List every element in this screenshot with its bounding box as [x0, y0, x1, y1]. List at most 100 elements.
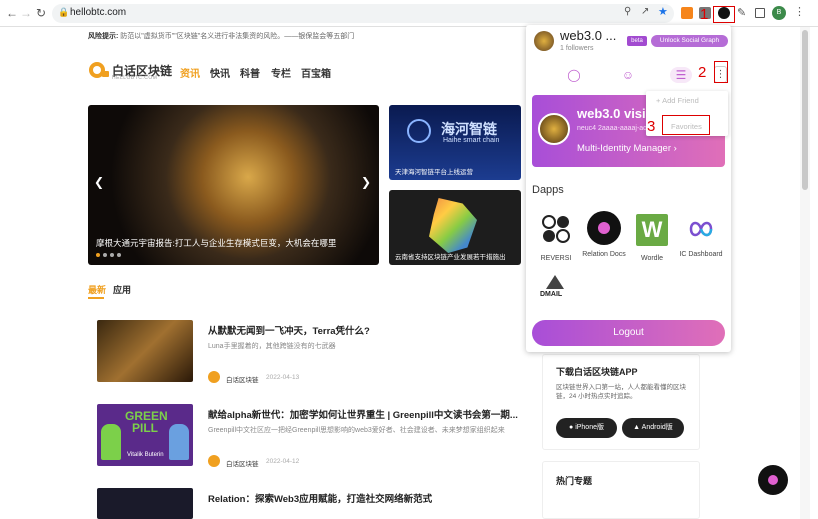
- annotation-box: [714, 61, 728, 83]
- site-logo-icon[interactable]: [88, 61, 110, 79]
- article-author[interactable]: 白话区块链: [226, 458, 259, 468]
- article-thumbnail[interactable]: GREEN PILL Vitalik Buterin: [97, 404, 193, 466]
- nav-flash[interactable]: 快讯: [210, 65, 230, 80]
- menu-lines-icon[interactable]: ☰: [670, 67, 692, 83]
- article-title[interactable]: 献给alpha新世代：加密学如何让世界重生 | Greenpill中文读书会第一…: [208, 407, 518, 421]
- nav-science[interactable]: 科普: [240, 65, 260, 80]
- relation-docs-icon[interactable]: [587, 211, 621, 245]
- tab-latest[interactable]: 最新: [88, 283, 106, 296]
- url-text: hellobtc.com: [70, 7, 127, 18]
- profile-avatar-icon[interactable]: B: [772, 6, 786, 20]
- dmail-logo-shape: [546, 275, 564, 289]
- haihe-brand: 海河智链: [441, 121, 497, 137]
- chat-icon[interactable]: ◯: [566, 67, 582, 83]
- profile-avatar[interactable]: [534, 31, 554, 51]
- wordle-icon[interactable]: W: [636, 214, 668, 246]
- followers-count[interactable]: 1 followers: [560, 45, 593, 52]
- haihe-logo-icon: [407, 119, 431, 143]
- metamask-extension-icon[interactable]: [681, 7, 693, 19]
- zoom-icon[interactable]: ⚲: [624, 6, 631, 17]
- multi-identity-manager-label: Multi-Identity Manager: [577, 143, 671, 154]
- carousel-dot[interactable]: [110, 253, 114, 257]
- featured-card-haihe[interactable]: 海河智链 Haihe smart chain 天津海河智链平台上线运营: [389, 105, 521, 180]
- banner-avatar: [538, 113, 570, 145]
- logout-button[interactable]: Logout: [532, 320, 725, 346]
- nav-news[interactable]: 资讯: [180, 65, 200, 80]
- article-desc: Luna手里握着的，其他跨链没有的七武器: [208, 343, 336, 350]
- contacts-icon[interactable]: ☺: [620, 67, 636, 83]
- cartoon-figure-image: [101, 424, 121, 460]
- article-author[interactable]: 白话区块链: [226, 374, 259, 384]
- article-thumbnail[interactable]: [97, 320, 193, 382]
- greenpill-thumb-name: Vitalik Buterin: [127, 452, 164, 458]
- article-date: 2022-04-13: [266, 374, 300, 381]
- haihe-sub: Haihe smart chain: [443, 137, 500, 144]
- chrome-menu-icon[interactable]: ⋮: [794, 5, 805, 18]
- author-avatar: [208, 371, 220, 383]
- site-logo-subtitle: HELLOBTC.COM: [112, 75, 158, 81]
- article-date: 2022-04-12: [266, 458, 300, 465]
- hero-carousel[interactable]: ❮ ❯ 摩根大通元宇宙报告:打工人与企业生存模式巨变，大机会在哪里: [88, 105, 379, 265]
- android-icon: ▲: [633, 424, 642, 431]
- share-icon[interactable]: ↗: [641, 6, 649, 17]
- yunnan-map-image: [429, 198, 477, 253]
- nav-toolbox[interactable]: 百宝箱: [301, 65, 331, 80]
- android-download-button[interactable]: ▲ Android版: [622, 418, 684, 438]
- dmail-icon[interactable]: DMAIL: [540, 275, 572, 301]
- dapp-label: Wordle: [640, 255, 664, 262]
- hero-caption[interactable]: 摩根大通元宇宙报告:打工人与企业生存模式巨变，大机会在哪里: [96, 237, 336, 249]
- hot-topics-box: 热门专题: [542, 461, 700, 519]
- featured-card-caption: 云南省支持区块链产业发展若干措施出: [395, 254, 506, 261]
- iphone-download-button[interactable]: ● iPhone版: [556, 418, 617, 438]
- article-title[interactable]: 从默默无闻到一飞冲天，Terra凭什么?: [208, 323, 370, 337]
- annotation-number: 1: [700, 6, 709, 23]
- annotation-box: [662, 115, 710, 135]
- risk-notice: 风险提示: 防范以"虚拟货币""区块链"名义进行非法集资的风险。——银保监会等五…: [88, 31, 354, 41]
- app-download-title: 下载白话区块链APP: [556, 367, 638, 377]
- dapp-label: Relation Docs: [582, 251, 626, 258]
- dmail-logo-text: DMAIL: [540, 291, 563, 298]
- reversi-icon[interactable]: [540, 213, 572, 245]
- forward-icon[interactable]: →: [18, 5, 34, 21]
- multi-identity-manager-link[interactable]: Multi-Identity Manager ›: [577, 143, 677, 154]
- sidepanel-icon[interactable]: [755, 8, 765, 18]
- beta-badge: beta: [627, 36, 647, 46]
- nav-columns[interactable]: 专栏: [271, 65, 291, 80]
- address-bar[interactable]: 🔒 hellobtc.com ⚲ ↗ ★: [52, 4, 674, 23]
- bookmark-star-icon[interactable]: ★: [658, 5, 668, 18]
- risk-notice-label: 风险提示:: [88, 33, 119, 40]
- carousel-dot[interactable]: [117, 253, 121, 257]
- annotation-number: 2: [698, 64, 707, 81]
- profile-name[interactable]: web3.0 ...: [560, 28, 616, 43]
- android-download-label: Android版: [641, 424, 673, 431]
- scrollbar-thumb[interactable]: [802, 30, 808, 190]
- relation-floating-button[interactable]: [758, 465, 788, 495]
- unlock-social-graph-button[interactable]: Unlock Social Graph: [651, 35, 728, 47]
- carousel-next-icon[interactable]: ❯: [361, 175, 371, 189]
- banner-title: web3.0 visi: [577, 106, 646, 121]
- dapp-label: REVERSI: [540, 255, 572, 262]
- tab-underline: [88, 297, 104, 299]
- ic-dashboard-icon[interactable]: [685, 213, 717, 245]
- lock-icon: 🔒: [58, 7, 70, 17]
- risk-notice-text: 防范以"虚拟货币""区块链"名义进行非法集资的风险。——银保监会等五部门: [120, 33, 355, 40]
- author-avatar: [208, 455, 220, 467]
- banner-address: neuc4 2aaaa-aaaaj-aq: [577, 125, 648, 132]
- app-download-desc: 区块链世界入口第一站，人人都能看懂的区块链，24 小时热点实时追踪。: [556, 384, 686, 400]
- article-title[interactable]: Relation：探索Web3应用赋能，打造社交网络新范式: [208, 491, 432, 505]
- carousel-dot[interactable]: [96, 253, 100, 257]
- carousel-prev-icon[interactable]: ❮: [94, 175, 104, 189]
- reload-icon[interactable]: ↻: [33, 5, 49, 21]
- iphone-download-label: iPhone版: [575, 424, 604, 431]
- add-friend-label: Add Friend: [662, 96, 699, 105]
- chevron-right-icon: ›: [673, 143, 677, 154]
- featured-card-yunnan[interactable]: 云南省支持区块链产业发展若干措施出: [389, 190, 521, 265]
- annotation-box: [713, 6, 735, 23]
- add-friend-item[interactable]: + Add Friend: [656, 96, 699, 105]
- carousel-dot[interactable]: [103, 253, 107, 257]
- tab-applications[interactable]: 应用: [113, 283, 131, 296]
- article-thumbnail[interactable]: [97, 488, 193, 519]
- hot-topics-title: 热门专题: [556, 476, 593, 486]
- puzzle-extensions-icon[interactable]: ✎: [737, 6, 746, 19]
- dapps-title: Dapps: [532, 184, 564, 196]
